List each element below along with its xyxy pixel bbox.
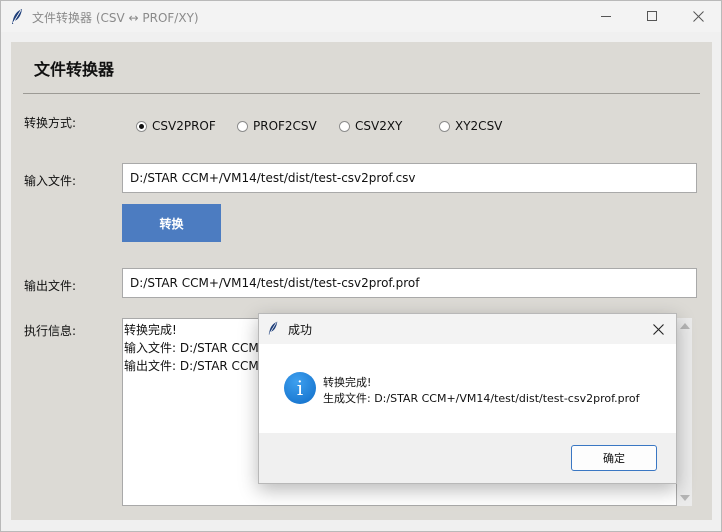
main-window: 文件转换器 (CSV ↔ PROF/XY) 文件转换器 转换方式: CSV2PR… (0, 0, 722, 532)
dialog-footer: 确定 (259, 433, 676, 483)
radio-indicator (237, 120, 248, 132)
output-file-field[interactable]: D:/STAR CCM+/VM14/test/dist/test-csv2pro… (122, 268, 697, 298)
radio-indicator (136, 120, 147, 132)
mode-label: 转换方式: (24, 116, 77, 130)
dialog-title: 成功 (288, 323, 313, 337)
success-dialog: 成功 i 转换完成! 生成文件: D:/STAR CCM+/VM14/test/… (258, 313, 677, 484)
dialog-body: i 转换完成! 生成文件: D:/STAR CCM+/VM14/test/dis… (259, 344, 676, 433)
convert-button[interactable]: 转换 (122, 204, 221, 242)
input-file-field[interactable]: D:/STAR CCM+/VM14/test/dist/test-csv2pro… (122, 163, 697, 193)
radio-label: CSV2XY (355, 119, 403, 133)
radio-label: XY2CSV (455, 119, 503, 133)
dialog-title-bar[interactable]: 成功 (259, 314, 676, 344)
radio-indicator (339, 120, 350, 132)
feather-icon (268, 321, 278, 335)
close-button[interactable] (675, 1, 721, 32)
output-file-label: 输出文件: (24, 279, 77, 293)
radio-csv2prof[interactable]: CSV2PROF (136, 119, 216, 133)
separator (23, 93, 700, 94)
maximize-button[interactable] (629, 1, 675, 32)
scroll-up-icon[interactable] (680, 323, 690, 329)
maximize-icon (646, 11, 657, 21)
log-label: 执行信息: (24, 324, 77, 338)
info-icon: i (284, 372, 316, 404)
radio-csv2xy[interactable]: CSV2XY (339, 119, 402, 133)
minimize-button[interactable] (583, 1, 629, 32)
title-bar[interactable]: 文件转换器 (CSV ↔ PROF/XY) (1, 1, 721, 32)
radio-indicator (439, 120, 450, 132)
radio-label: CSV2PROF (152, 119, 216, 133)
log-scrollbar[interactable] (677, 318, 692, 506)
minimize-icon (600, 16, 611, 17)
radio-prof2csv[interactable]: PROF2CSV (237, 119, 317, 133)
page-title: 文件转换器 (34, 60, 115, 79)
radio-label: PROF2CSV (253, 119, 317, 133)
close-icon (652, 323, 664, 335)
window-title: 文件转换器 (CSV ↔ PROF/XY) (32, 11, 199, 25)
feather-icon (12, 9, 22, 24)
close-icon (692, 11, 704, 22)
dialog-close-button[interactable] (647, 319, 669, 339)
dialog-message-line1: 转换完成! (323, 376, 372, 389)
dialog-message-line2: 生成文件: D:/STAR CCM+/VM14/test/dist/test-c… (323, 392, 640, 405)
radio-xy2csv[interactable]: XY2CSV (439, 119, 502, 133)
ok-button[interactable]: 确定 (571, 445, 657, 471)
input-file-label: 输入文件: (24, 174, 77, 188)
scroll-down-icon[interactable] (680, 495, 690, 501)
